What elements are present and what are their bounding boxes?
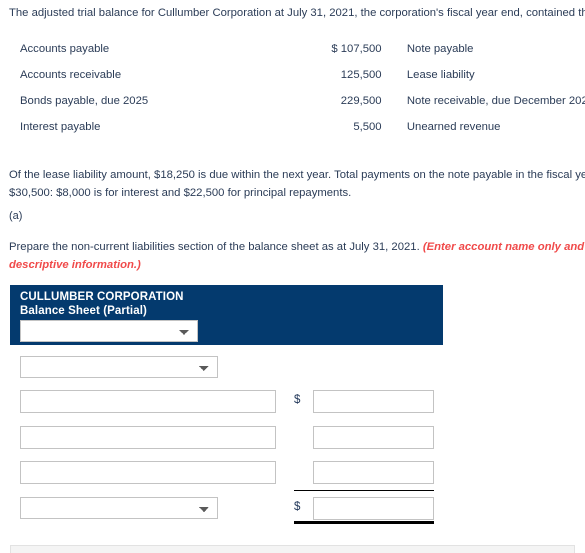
amount-input-3[interactable] xyxy=(313,461,434,484)
lease-note-line-1: Of the lease liability amount, $18,250 i… xyxy=(9,169,585,181)
part-label: (a) xyxy=(9,210,23,222)
account-name-input-3[interactable] xyxy=(20,461,276,484)
column-spacer xyxy=(382,36,407,62)
amount-input-2[interactable] xyxy=(313,426,434,449)
column-spacer xyxy=(382,88,407,114)
section-heading-select[interactable] xyxy=(20,356,218,378)
question-page: The adjusted trial balance for Cullumber… xyxy=(0,0,585,553)
requirement-emphasis-1: (Enter account name only and do not prov… xyxy=(422,241,585,253)
account-name-left: Accounts receivable xyxy=(20,69,122,81)
account-name-left: Interest payable xyxy=(20,121,101,133)
subtotal-rule xyxy=(294,490,434,491)
lease-note-line-2: $30,500: $8,000 is for interest and $22,… xyxy=(9,187,352,199)
total-label-select[interactable] xyxy=(20,497,218,519)
account-name-left: Bonds payable, due 2025 xyxy=(20,95,149,107)
lease-note-paragraph: Of the lease liability amount, $18,250 i… xyxy=(9,166,585,202)
account-name-input-2[interactable] xyxy=(20,426,276,449)
total-double-rule xyxy=(294,521,434,524)
dollar-sign-total-row: $ xyxy=(294,501,301,513)
table-row: Bonds payable, due 2025 229,500 Note rec… xyxy=(9,88,585,114)
account-amount-left: 229,500 xyxy=(340,95,382,107)
trial-balance-body: Accounts payable $ 107,500 Note payable … xyxy=(9,36,585,140)
account-name-right: Lease liability xyxy=(406,69,475,81)
account-amount-left: 5,500 xyxy=(353,121,382,133)
account-name-left: Accounts payable xyxy=(20,43,110,55)
column-spacer xyxy=(382,62,407,88)
requirement-line-1: Prepare the non-current liabilities sect… xyxy=(9,238,585,256)
company-name: CULLUMBER CORPORATION xyxy=(20,291,184,303)
requirement-paragraph: Prepare the non-current liabilities sect… xyxy=(9,238,585,274)
requirement-emphasis-2: descriptive information.) xyxy=(9,259,141,271)
account-name-right: Unearned revenue xyxy=(406,121,501,133)
account-amount-left: $ 107,500 xyxy=(331,43,382,55)
intro-paragraph: The adjusted trial balance for Cullumber… xyxy=(9,7,585,19)
statement-title: Balance Sheet (Partial) xyxy=(20,305,147,317)
trial-balance-table: Accounts payable $ 107,500 Note payable … xyxy=(9,36,585,140)
balance-sheet-date-select[interactable] xyxy=(20,320,198,342)
account-name-right: Note receivable, due December 2021 xyxy=(406,95,585,107)
table-row: Interest payable 5,500 Unearned revenue … xyxy=(9,114,585,140)
account-name-right: Note payable xyxy=(406,43,474,55)
bottom-panel xyxy=(10,545,575,553)
dollar-sign-first-row: $ xyxy=(294,394,301,406)
amount-input-1[interactable] xyxy=(313,390,434,413)
requirement-text: Prepare the non-current liabilities sect… xyxy=(9,241,423,253)
table-row: Accounts payable $ 107,500 Note payable … xyxy=(9,36,585,62)
account-amount-left: 125,500 xyxy=(340,69,382,81)
account-name-input-1[interactable] xyxy=(20,390,276,413)
table-row: Accounts receivable 125,500 Lease liabil… xyxy=(9,62,585,88)
total-amount-input[interactable] xyxy=(313,497,434,520)
column-spacer xyxy=(382,114,407,140)
